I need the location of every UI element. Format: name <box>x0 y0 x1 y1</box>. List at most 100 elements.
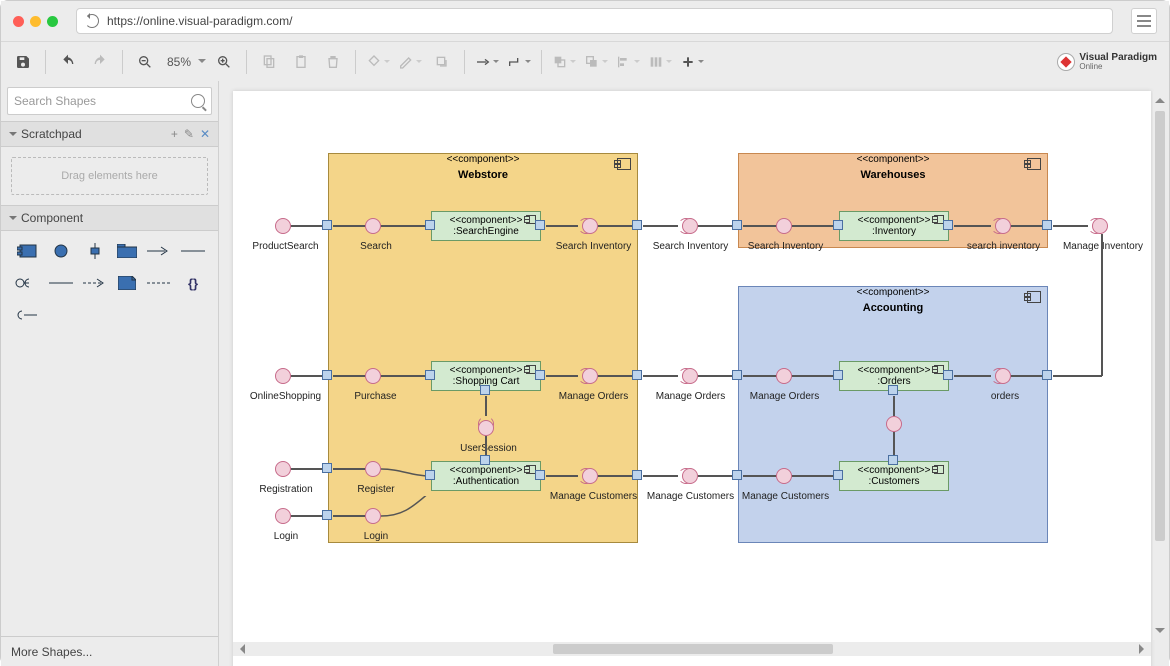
provided-interface-icon[interactable] <box>275 508 291 524</box>
zoom-level[interactable]: 85% <box>162 48 207 76</box>
shape-provided-icon[interactable] <box>15 273 39 293</box>
shape-dashed-arrow-icon[interactable] <box>83 273 107 293</box>
vertical-scrollbar[interactable] <box>1153 91 1167 640</box>
provided-interface-icon[interactable] <box>886 416 902 432</box>
shape-port-icon[interactable] <box>83 241 107 261</box>
shape-note-icon[interactable] <box>117 273 137 293</box>
component-search-engine[interactable]: <<component>> :SearchEngine <box>431 211 541 241</box>
port-icon[interactable] <box>888 385 898 395</box>
provided-interface-icon[interactable] <box>275 218 291 234</box>
port-icon[interactable] <box>732 470 742 480</box>
shape-search-input[interactable]: Search Shapes <box>7 87 212 115</box>
shape-constraint-icon[interactable]: {} <box>181 273 205 293</box>
port-icon[interactable] <box>1042 220 1052 230</box>
port-icon[interactable] <box>943 220 953 230</box>
port-icon[interactable] <box>632 220 642 230</box>
shape-package-icon[interactable] <box>117 241 137 261</box>
add-icon[interactable]: + <box>171 127 178 141</box>
provided-interface-icon[interactable] <box>776 368 792 384</box>
undo-button[interactable] <box>53 48 83 76</box>
component-customers[interactable]: <<component>> :Customers <box>839 461 949 491</box>
provided-interface-icon[interactable] <box>995 218 1011 234</box>
save-button[interactable] <box>8 48 38 76</box>
scratchpad-header[interactable]: Scratchpad + ✎ ✕ <box>1 121 218 147</box>
stereotype-label: <<component>> <box>329 154 637 165</box>
component-header[interactable]: Component <box>1 205 218 231</box>
port-icon[interactable] <box>425 470 435 480</box>
provided-interface-icon[interactable] <box>365 368 381 384</box>
provided-interface-icon[interactable] <box>682 468 698 484</box>
provided-interface-icon[interactable] <box>776 218 792 234</box>
port-icon[interactable] <box>943 370 953 380</box>
refresh-icon[interactable] <box>85 14 99 28</box>
provided-interface-icon[interactable] <box>582 468 598 484</box>
port-icon[interactable] <box>888 455 898 465</box>
chevron-down-icon <box>198 59 206 67</box>
edit-icon[interactable]: ✎ <box>184 127 194 141</box>
provided-interface-icon[interactable] <box>365 461 381 477</box>
shape-association-icon[interactable] <box>181 241 205 261</box>
connector-style-button[interactable] <box>472 48 502 76</box>
provided-interface-icon[interactable] <box>582 218 598 234</box>
provided-interface-icon[interactable] <box>582 368 598 384</box>
close-icon[interactable] <box>13 16 24 27</box>
port-icon[interactable] <box>535 220 545 230</box>
provided-interface-icon[interactable] <box>275 368 291 384</box>
shape-component-icon[interactable] <box>15 241 39 261</box>
shape-interface-icon[interactable] <box>49 241 73 261</box>
port-icon[interactable] <box>632 370 642 380</box>
component-inventory[interactable]: <<component>> :Inventory <box>839 211 949 241</box>
provided-interface-icon[interactable] <box>682 368 698 384</box>
port-icon[interactable] <box>833 470 843 480</box>
scratchpad-dropzone[interactable]: Drag elements here <box>11 157 208 195</box>
port-icon[interactable] <box>480 385 490 395</box>
wire <box>381 496 433 520</box>
port-icon[interactable] <box>322 370 332 380</box>
url-bar[interactable]: https://online.visual-paradigm.com/ <box>76 8 1113 34</box>
more-shapes-link[interactable]: More Shapes... <box>1 636 218 666</box>
provided-interface-icon[interactable] <box>365 508 381 524</box>
label-search-inventory-lc: search inventory <box>961 241 1046 252</box>
provided-interface-icon[interactable] <box>275 461 291 477</box>
component-authentication[interactable]: <<component>> :Authentication <box>431 461 541 491</box>
close-icon[interactable]: ✕ <box>200 127 210 141</box>
app-toolbar: 85% Visual Paradigm Online <box>1 41 1169 81</box>
provided-interface-icon[interactable] <box>776 468 792 484</box>
minimize-icon[interactable] <box>30 16 41 27</box>
port-icon[interactable] <box>1042 370 1052 380</box>
wire <box>333 225 365 227</box>
port-icon[interactable] <box>732 370 742 380</box>
menu-icon[interactable] <box>1131 8 1157 34</box>
port-icon[interactable] <box>322 220 332 230</box>
port-icon[interactable] <box>833 370 843 380</box>
sidebar: Search Shapes Scratchpad + ✎ ✕ Drag elem… <box>1 81 219 666</box>
provided-interface-icon[interactable] <box>365 218 381 234</box>
maximize-icon[interactable] <box>47 16 58 27</box>
port-icon[interactable] <box>535 370 545 380</box>
port-icon[interactable] <box>732 220 742 230</box>
shape-dependency-icon[interactable] <box>147 241 171 261</box>
horizontal-scrollbar[interactable] <box>233 642 1151 656</box>
component-icon <box>934 465 944 474</box>
shape-dashed-line-icon[interactable] <box>147 273 171 293</box>
port-icon[interactable] <box>833 220 843 230</box>
provided-interface-icon[interactable] <box>995 368 1011 384</box>
add-button[interactable] <box>677 48 707 76</box>
port-icon[interactable] <box>535 470 545 480</box>
zoom-in-button[interactable] <box>209 48 239 76</box>
shape-required-icon[interactable] <box>15 305 39 325</box>
waypoint-button[interactable] <box>504 48 534 76</box>
brand-logo[interactable]: Visual Paradigm Online <box>1057 53 1163 71</box>
port-icon[interactable] <box>322 510 332 520</box>
provided-interface-icon[interactable] <box>478 420 494 436</box>
port-icon[interactable] <box>425 370 435 380</box>
port-icon[interactable] <box>322 463 332 473</box>
zoom-out-button[interactable] <box>130 48 160 76</box>
port-icon[interactable] <box>632 470 642 480</box>
diagram-canvas[interactable]: <<component>> Webstore <<component>> War… <box>233 91 1151 666</box>
port-icon[interactable] <box>425 220 435 230</box>
port-icon[interactable] <box>480 455 490 465</box>
shape-line-icon[interactable] <box>49 273 73 293</box>
provided-interface-icon[interactable] <box>1092 218 1108 234</box>
provided-interface-icon[interactable] <box>682 218 698 234</box>
